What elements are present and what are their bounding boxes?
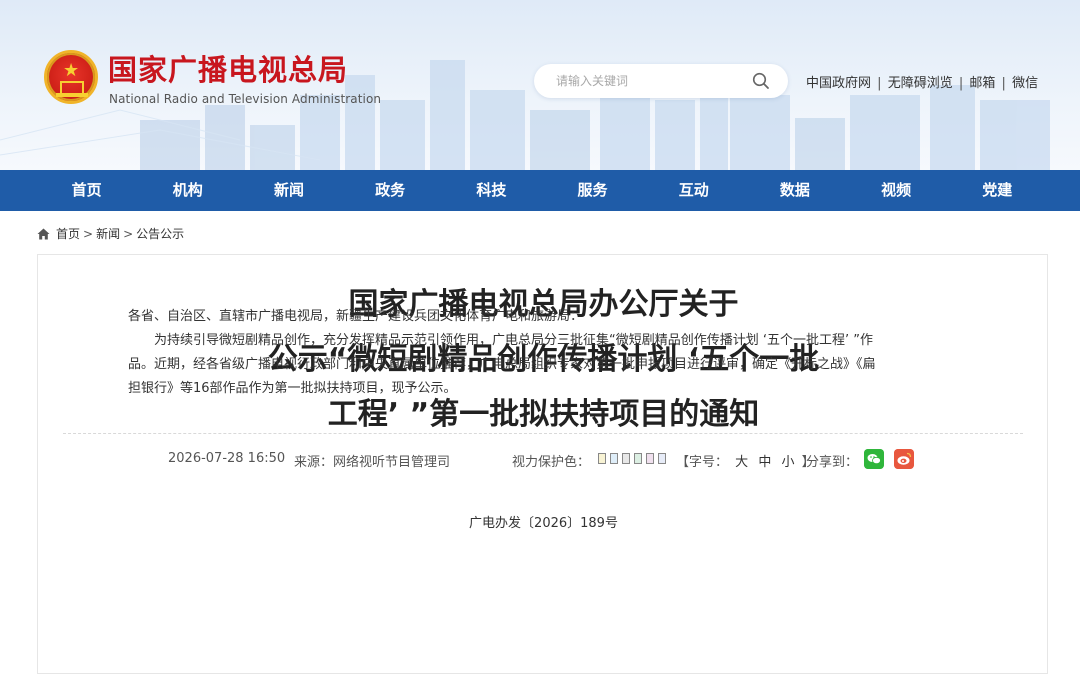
- nav-item-news[interactable]: 新闻: [238, 170, 339, 211]
- separator: |: [1001, 76, 1006, 91]
- search-box: [534, 64, 788, 98]
- separator: |: [958, 76, 964, 91]
- wechat-icon[interactable]: [864, 449, 884, 469]
- site-logo-title[interactable]: 国家广播电视总局: [108, 52, 348, 88]
- font-size-medium[interactable]: 中: [758, 455, 771, 470]
- color-swatch[interactable]: [598, 453, 606, 464]
- nav-item-party-building[interactable]: 党建: [947, 170, 1048, 211]
- visual-protection-label: 视力保护色：: [512, 455, 591, 470]
- font-size-control: 【字号： 大 中 小 】: [676, 451, 815, 470]
- addressee: 各省、自治区、直辖市广播电视局，新疆生产建设兵团文化体育广电和旅游局：: [128, 309, 584, 324]
- body-paragraph: 为持续引导微短剧精品创作，充分发挥精品示范引领作用，广电总局分三批征集“微短剧精…: [128, 333, 876, 396]
- main-nav: 首页 机构 新闻 政务 科技 服务 互动 数据 视频 党建: [0, 170, 1080, 211]
- breadcrumb-news[interactable]: 新闻: [96, 225, 120, 242]
- font-size-label-open: 【字号：: [676, 455, 729, 470]
- nav-item-services[interactable]: 服务: [542, 170, 643, 211]
- article-meta: 2026-07-28 16:50 来源：网络视听节目管理司 视力保护色： 【字号…: [38, 449, 1049, 471]
- nav-item-technology[interactable]: 科技: [441, 170, 542, 211]
- search-icon[interactable]: [752, 72, 770, 90]
- link-wechat[interactable]: 微信: [1012, 76, 1038, 91]
- publish-date: 2026-07-28 16:50: [168, 451, 286, 466]
- site-header: ★ 国家广播电视总局 National Radio and Television…: [0, 0, 1080, 170]
- nav-item-data[interactable]: 数据: [744, 170, 845, 211]
- national-emblem-logo[interactable]: ★: [44, 50, 98, 104]
- color-swatch[interactable]: [658, 453, 666, 464]
- font-size-large[interactable]: 大: [735, 455, 748, 470]
- nav-item-video[interactable]: 视频: [846, 170, 947, 211]
- color-swatch[interactable]: [634, 453, 642, 464]
- color-swatch[interactable]: [610, 453, 618, 464]
- color-swatch[interactable]: [622, 453, 630, 464]
- breadcrumb-home[interactable]: 首页: [56, 225, 80, 242]
- nav-item-home[interactable]: 首页: [36, 170, 137, 211]
- article-body: 各省、自治区、直辖市广播电视局，新疆生产建设兵团文化体育广电和旅游局： 为持续引…: [128, 305, 888, 401]
- top-links: 中国政府网 | 无障碍浏览 | 邮箱 | 微信: [806, 72, 1038, 91]
- title-divider: [63, 433, 1023, 434]
- breadcrumb: 首页 > 新闻 > 公告公示: [37, 225, 184, 242]
- home-icon: [37, 228, 50, 239]
- breadcrumb-announcements[interactable]: 公告公示: [136, 225, 184, 242]
- breadcrumb-separator: >: [83, 226, 94, 241]
- nav-item-interaction[interactable]: 互动: [643, 170, 744, 211]
- color-swatch[interactable]: [646, 453, 654, 464]
- visual-protection-swatches: [598, 453, 666, 464]
- breadcrumb-separator: >: [123, 226, 134, 241]
- separator: |: [877, 76, 882, 91]
- search-input[interactable]: [556, 72, 746, 90]
- link-gov-portal[interactable]: 中国政府网: [806, 76, 871, 91]
- link-email[interactable]: 邮箱: [969, 76, 995, 91]
- nav-item-organization[interactable]: 机构: [137, 170, 238, 211]
- share-label: 分享到：: [806, 455, 859, 470]
- font-size-small[interactable]: 小: [781, 455, 794, 470]
- link-accessibility[interactable]: 无障碍浏览: [888, 76, 953, 91]
- article-source: 来源：网络视听节目管理司: [294, 455, 451, 470]
- weibo-icon[interactable]: [894, 449, 914, 469]
- nav-item-government-affairs[interactable]: 政务: [340, 170, 441, 211]
- site-logo-subtitle: National Radio and Television Administra…: [109, 92, 382, 106]
- document-number: 广电办发〔2026〕189号: [469, 516, 618, 531]
